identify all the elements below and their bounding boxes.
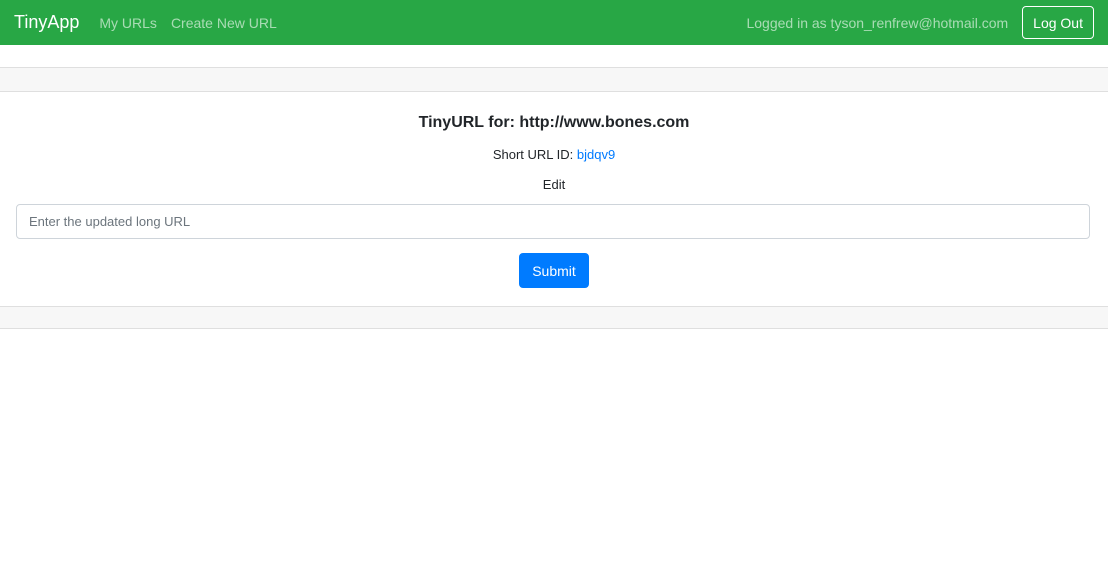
short-url-link[interactable]: bjdqv9 — [577, 147, 615, 162]
card-body: TinyURL for: http://www.bones.com Short … — [0, 92, 1108, 306]
edit-label: Edit — [542, 177, 566, 192]
logged-in-status: Logged in as tyson_renfrew@hotmail.com — [746, 14, 1009, 31]
card-header — [0, 68, 1108, 92]
short-url-label: Short URL ID: — [492, 147, 577, 162]
nav-link-my-urls[interactable]: My URLs — [99, 15, 157, 31]
brand-logo[interactable]: TinyApp — [14, 12, 79, 33]
submit-button[interactable]: Submit — [519, 253, 589, 288]
card-title: TinyURL for: http://www.bones.com — [418, 114, 690, 131]
url-card: TinyURL for: http://www.bones.com Short … — [0, 67, 1108, 329]
nav-link-create-new-url[interactable]: Create New URL — [171, 15, 277, 31]
long-url-input[interactable] — [16, 204, 1090, 239]
logout-button[interactable]: Log Out — [1022, 6, 1094, 39]
card-footer — [0, 306, 1108, 328]
navbar: TinyApp My URLs Create New URL Logged in… — [0, 0, 1108, 45]
short-url-info: Short URL ID: bjdqv9 — [16, 146, 1092, 164]
